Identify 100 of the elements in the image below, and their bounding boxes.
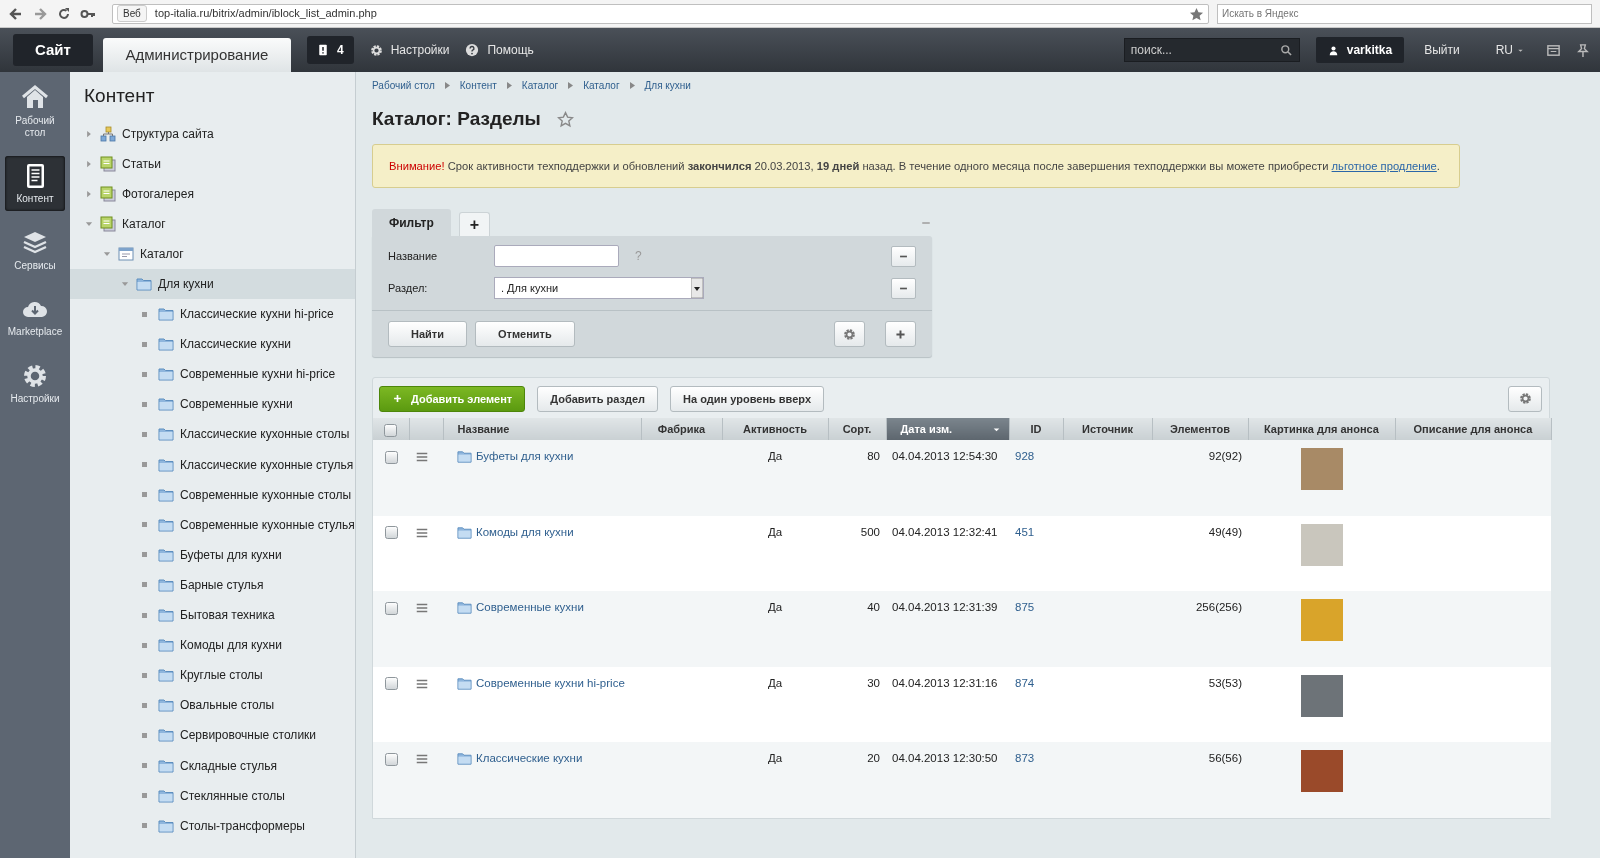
reload-icon[interactable] (56, 5, 72, 22)
tree-item[interactable]: Статьи (70, 148, 355, 179)
section-link[interactable]: Классические кухни (457, 750, 583, 768)
language-selector[interactable]: RU (1495, 41, 1524, 59)
tree-item[interactable]: Современные кухонные столы (70, 479, 355, 510)
checkbox[interactable] (385, 526, 398, 540)
column-header[interactable]: Активность (722, 418, 828, 441)
logout-link[interactable]: Выйти (1424, 41, 1460, 59)
header-tab[interactable]: Администрирование (102, 38, 291, 72)
column-header[interactable]: Сорт. (828, 418, 886, 441)
tree-item[interactable]: Бытовая техника (70, 600, 355, 631)
table-cell: 80 (867, 450, 880, 463)
checkbox[interactable] (385, 752, 398, 766)
folder-icon (158, 336, 174, 353)
column-header[interactable]: Картинка для анонса (1248, 418, 1395, 441)
toolbar-button[interactable]: Добавить раздел (537, 385, 659, 412)
checkbox[interactable] (385, 601, 398, 615)
tree-item[interactable]: Овальные столы (70, 690, 355, 721)
id-link[interactable]: 451 (1015, 525, 1035, 538)
tree-item[interactable]: Стеклянные столы (70, 780, 355, 811)
tree-item[interactable]: Барные стулья (70, 569, 355, 600)
tree-item[interactable]: Классические кухонные стулья (70, 449, 355, 480)
checkbox[interactable] (385, 450, 398, 464)
settings-button[interactable] (1508, 385, 1542, 412)
settings-link[interactable]: Настройки (369, 41, 450, 59)
tree-item[interactable]: Классические кухонные столы (70, 419, 355, 450)
tree-item[interactable]: Классические кухни hi-price (70, 299, 355, 330)
tree-item[interactable]: Буфеты для кухни (70, 539, 355, 570)
search-field[interactable]: поиск... (1123, 38, 1300, 62)
side-menu-item[interactable]: Настройки (5, 355, 65, 410)
forward-icon[interactable] (32, 5, 48, 22)
bullet-icon (142, 552, 147, 558)
filter-button[interactable]: Найти (388, 321, 467, 348)
filter-tab[interactable]: + (458, 212, 491, 237)
select-field[interactable]: . Для кухни (494, 277, 704, 300)
bullet-icon (142, 522, 147, 528)
url-field[interactable]: Веб top-italia.ru/bitrix/admin/iblock_list_admin.php (112, 3, 1209, 24)
notifications-button[interactable]: 4 (306, 36, 354, 64)
tree-item[interactable]: Структура сайта (70, 118, 355, 149)
tree-item[interactable]: Современные кухни (70, 389, 355, 420)
id-link[interactable]: 873 (1015, 752, 1035, 765)
tree-item[interactable]: Фотогалерея (70, 178, 355, 209)
column-header[interactable]: Дата изм. (886, 418, 1009, 441)
column-header[interactable]: Фабрика (641, 418, 722, 441)
header-tab[interactable]: Сайт (13, 34, 93, 66)
breadcrumb-link[interactable]: Для кухни (644, 78, 691, 93)
side-menu-item[interactable]: Контент (5, 156, 65, 211)
pin-icon[interactable] (1575, 42, 1590, 58)
id-link[interactable]: 875 (1015, 601, 1035, 614)
column-header[interactable]: ID (1009, 418, 1063, 441)
column-header[interactable]: Источник (1063, 418, 1152, 441)
column-header[interactable]: Элементов (1152, 418, 1248, 441)
checkbox[interactable] (384, 423, 398, 437)
help-link[interactable]: Помощь (465, 41, 534, 59)
folder-icon (158, 486, 174, 503)
bookmark-star-icon[interactable] (1189, 6, 1204, 22)
table-cell: 53(53) (1208, 676, 1242, 689)
filter-tab[interactable]: Фильтр (372, 209, 451, 237)
star-icon[interactable] (556, 110, 574, 128)
filter-button[interactable]: Отменить (475, 321, 575, 348)
bullet-icon (142, 672, 147, 678)
column-header[interactable]: Название (443, 418, 641, 441)
id-link[interactable]: 928 (1015, 450, 1035, 463)
stacked-pages-icon (100, 185, 116, 202)
tree-item[interactable]: Для кухни (70, 268, 355, 300)
checkbox[interactable] (385, 677, 398, 691)
breadcrumb-link[interactable]: Каталог (521, 78, 559, 93)
input-field[interactable] (494, 245, 619, 268)
tree-item[interactable]: Каталог (70, 208, 355, 239)
breadcrumb-link[interactable]: Рабочий стол (372, 78, 435, 93)
back-icon[interactable] (8, 5, 24, 22)
side-menu-item[interactable]: Marketplace (5, 289, 65, 344)
user-button[interactable]: varkitka (1315, 37, 1405, 63)
id-link[interactable]: 874 (1015, 676, 1035, 689)
tree-item[interactable]: Современные кухонные стулья (70, 509, 355, 540)
search-field[interactable]: Искать в Яндекс (1217, 3, 1592, 24)
side-menu-item[interactable]: Сервисы (5, 222, 65, 277)
remove-field-button[interactable] (891, 245, 916, 267)
remove-field-button[interactable] (891, 277, 916, 299)
column-header[interactable]: Описание для анонса (1395, 418, 1551, 441)
tree-item[interactable]: Комоды для кухни (70, 630, 355, 661)
structure-icon (100, 125, 116, 142)
tree-item[interactable]: Складные стулья (70, 750, 355, 781)
window-icon[interactable] (1546, 42, 1561, 58)
add-field-button[interactable] (885, 321, 916, 348)
settings-button[interactable] (834, 321, 865, 348)
tree-item[interactable]: Каталог (70, 238, 355, 269)
tree-item[interactable]: Сервировочные столики (70, 720, 355, 751)
tree-item[interactable]: Современные кухни hi-price (70, 359, 355, 390)
breadcrumb-link[interactable]: Контент (459, 78, 497, 93)
toolbar-button[interactable]: На один уровень вверх (670, 385, 825, 412)
tree-item[interactable]: Круглые столы (70, 660, 355, 691)
tree-item[interactable]: Столы-трансформеры (70, 810, 355, 841)
section-link[interactable]: Комоды для кухни (457, 523, 574, 542)
side-menu-item[interactable]: Рабочий стол (5, 78, 65, 144)
renewal-link[interactable]: льготное продление (1331, 159, 1437, 172)
tree-item[interactable]: Классические кухни (70, 329, 355, 360)
section-link[interactable]: Буфеты для кухни (457, 448, 574, 466)
section-link[interactable]: Современные кухни (457, 599, 584, 617)
breadcrumb-link[interactable]: Каталог (583, 78, 620, 93)
